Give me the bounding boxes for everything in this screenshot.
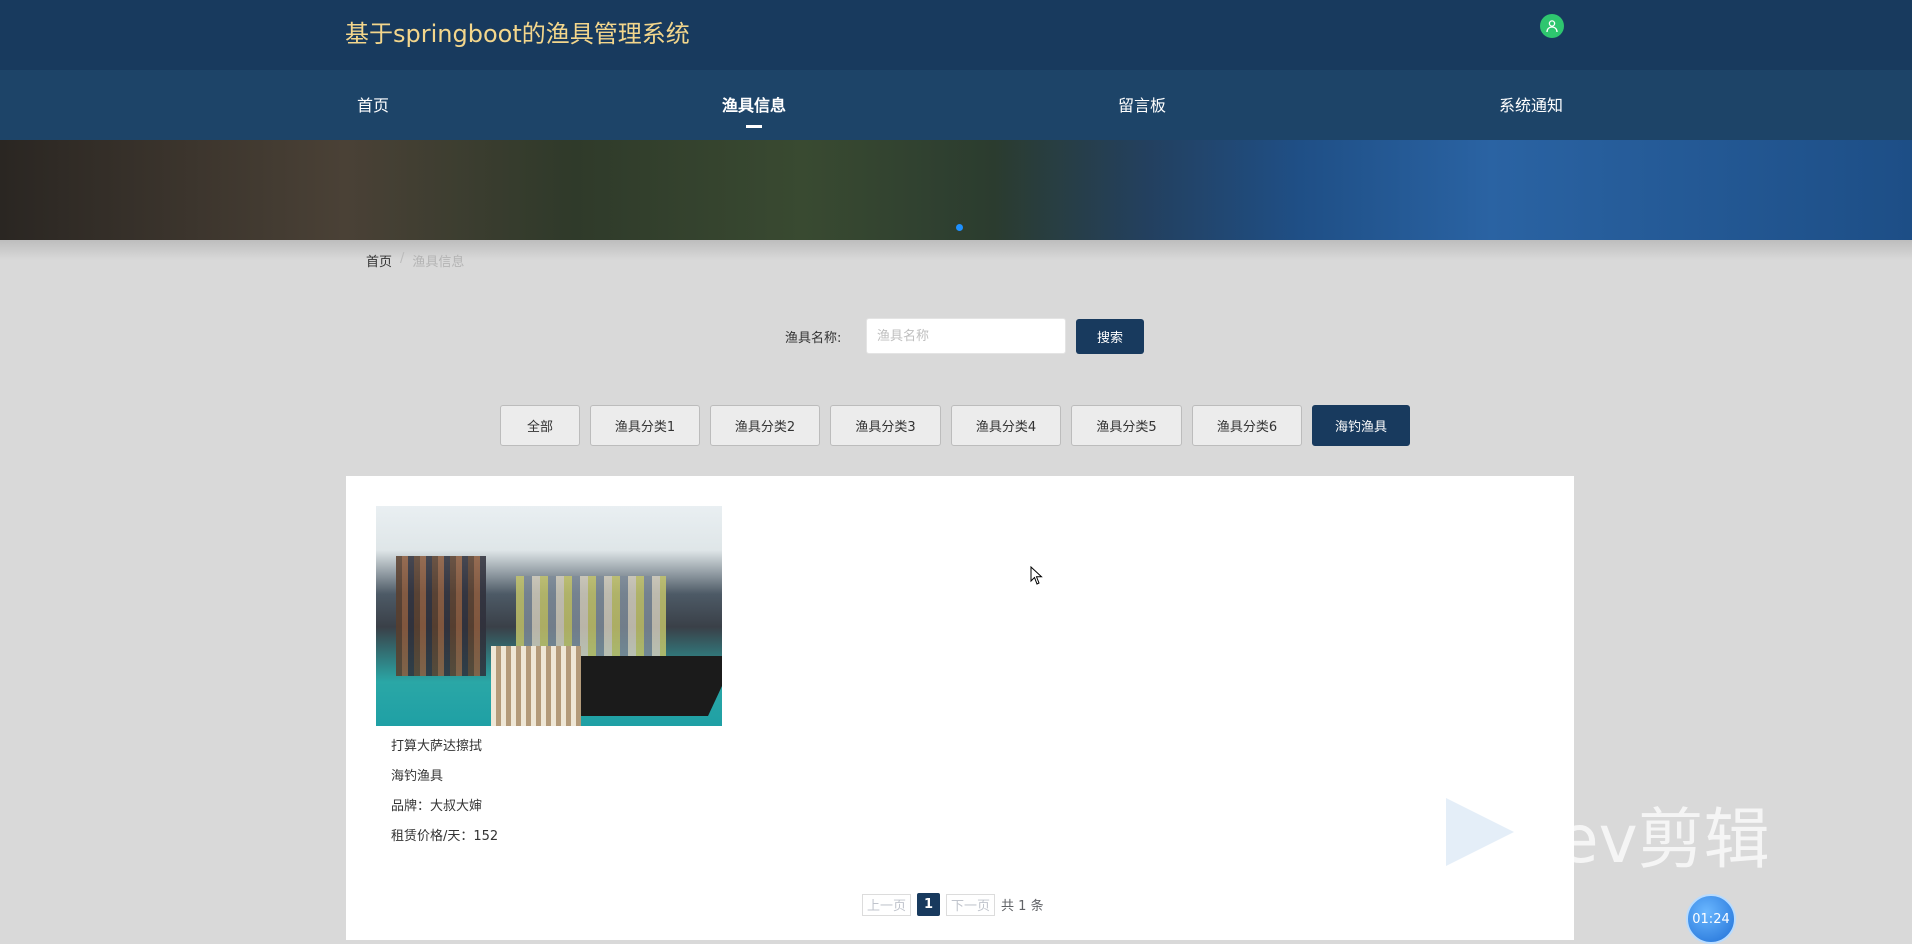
prev-page-button[interactable]: 上一页 bbox=[862, 893, 912, 916]
category-2-button[interactable]: 渔具分类2 bbox=[710, 405, 820, 446]
current-page-button[interactable]: 1 bbox=[917, 893, 941, 916]
main-nav: 首页 渔具信息 留言板 系统通知 bbox=[0, 70, 1912, 140]
user-glyph-icon bbox=[1546, 20, 1558, 33]
breadcrumb-current: 渔具信息 bbox=[412, 255, 465, 270]
nav-active-indicator bbox=[746, 125, 762, 128]
recording-timer[interactable]: 01:24 bbox=[1686, 894, 1736, 944]
banner-carousel[interactable] bbox=[0, 140, 1912, 240]
category-sea-fishing-button[interactable]: 海钓渔具 bbox=[1312, 405, 1410, 446]
app-title: 基于springboot的渔具管理系统 bbox=[345, 20, 690, 48]
nav-item-notices[interactable]: 系统通知 bbox=[1499, 92, 1563, 116]
image-rod-rack bbox=[491, 646, 581, 726]
product-category: 海钓渔具 bbox=[391, 769, 444, 784]
top-header: 基于springboot的渔具管理系统 bbox=[0, 0, 1912, 70]
breadcrumb-home[interactable]: 首页 bbox=[366, 251, 392, 270]
nav-item-message-board[interactable]: 留言板 bbox=[1118, 92, 1166, 116]
breadcrumb: 首页 / 渔具信息 bbox=[366, 251, 464, 270]
category-6-button[interactable]: 渔具分类6 bbox=[1192, 405, 1302, 446]
user-icon[interactable] bbox=[1540, 14, 1564, 38]
category-3-button[interactable]: 渔具分类3 bbox=[830, 405, 941, 446]
pagination-row: 上一页 1 下一页 共 1 条 bbox=[862, 893, 1044, 916]
breadcrumb-separator: / bbox=[400, 251, 405, 266]
nav-item-fishing-gear[interactable]: 渔具信息 bbox=[722, 92, 786, 116]
category-5-button[interactable]: 渔具分类5 bbox=[1071, 405, 1182, 446]
product-price: 租赁价格/天：152 bbox=[391, 829, 499, 844]
nav-item-home[interactable]: 首页 bbox=[357, 92, 389, 116]
search-input[interactable] bbox=[866, 318, 1066, 354]
search-label: 渔具名称: bbox=[785, 331, 842, 346]
image-shelf bbox=[396, 556, 486, 676]
next-page-button[interactable]: 下一页 bbox=[946, 893, 996, 916]
search-button[interactable]: 搜索 bbox=[1076, 319, 1144, 354]
video-watermark: ev剪辑 bbox=[1446, 786, 1816, 878]
carousel-indicator[interactable] bbox=[956, 224, 963, 231]
watermark-logo-icon bbox=[1446, 798, 1514, 866]
pagination: 上一页 1 下一页 共 1 条 bbox=[862, 893, 1044, 916]
banner-shadow bbox=[0, 240, 1912, 260]
total-count: 共 1 条 bbox=[1001, 899, 1044, 914]
product-brand: 品牌：大叔大婶 bbox=[391, 799, 483, 814]
product-image[interactable] bbox=[376, 506, 722, 726]
product-list-panel: 打算大萨达擦拭 海钓渔具 品牌：大叔大婶 租赁价格/天：152 上一页 1 下一… bbox=[346, 476, 1574, 940]
category-all-button[interactable]: 全部 bbox=[500, 405, 580, 446]
watermark-text: ev剪辑 bbox=[1558, 801, 1770, 878]
mouse-cursor-icon bbox=[1030, 566, 1043, 585]
category-1-button[interactable]: 渔具分类1 bbox=[590, 405, 700, 446]
product-name[interactable]: 打算大萨达擦拭 bbox=[391, 735, 482, 754]
category-4-button[interactable]: 渔具分类4 bbox=[951, 405, 1061, 446]
